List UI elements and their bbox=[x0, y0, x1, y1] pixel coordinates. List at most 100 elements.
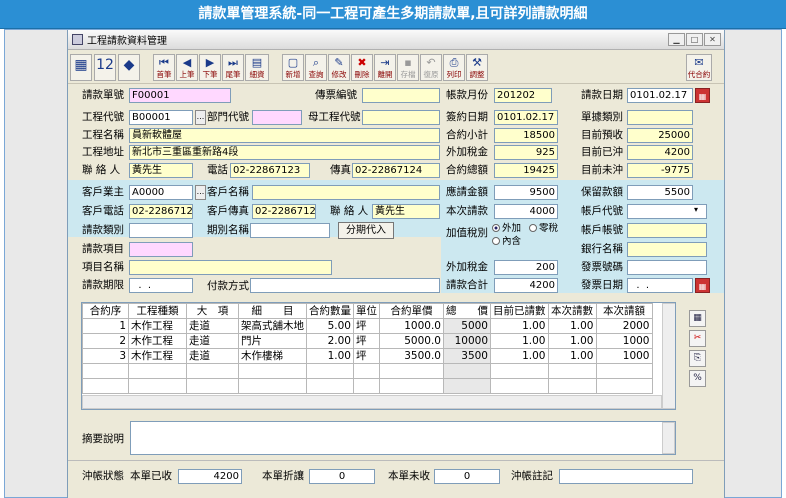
grid-cell[interactable]: 2.00 bbox=[306, 333, 354, 349]
contract-total-field[interactable]: 19425 bbox=[494, 163, 558, 178]
proj-addr-field[interactable]: 新北市三重區重新路4段 bbox=[129, 145, 440, 160]
grid-cell[interactable] bbox=[353, 363, 380, 379]
contract-button[interactable]: ✉ 代合約 bbox=[686, 54, 712, 81]
ticket-date-field[interactable]: . . bbox=[627, 278, 693, 293]
contact-field[interactable]: 黃先生 bbox=[129, 163, 193, 178]
req-total-field[interactable]: 4200 bbox=[494, 278, 558, 293]
unoffset-field[interactable]: -9775 bbox=[627, 163, 693, 178]
grid-cut-icon[interactable]: ✂ bbox=[689, 330, 706, 347]
ticket-date-calendar-icon[interactable]: ▦ bbox=[695, 278, 710, 293]
cust-code-field[interactable]: A0000 bbox=[129, 185, 193, 200]
offset-field[interactable]: 4200 bbox=[627, 145, 693, 160]
table-row[interactable] bbox=[82, 363, 653, 379]
grid-cell[interactable] bbox=[306, 363, 354, 379]
grid-cell[interactable]: 木作工程 bbox=[128, 318, 187, 334]
grid-horizontal-scrollbar[interactable] bbox=[82, 395, 662, 409]
grid-cell[interactable]: 坪 bbox=[353, 333, 380, 349]
period-name-field[interactable] bbox=[250, 223, 330, 238]
unreceived-field[interactable]: 0 bbox=[434, 469, 500, 484]
grid-cell[interactable]: 1.00 bbox=[490, 333, 549, 349]
grid-cell[interactable]: 走道 bbox=[186, 348, 239, 364]
grid-copy-icon[interactable]: ⎘ bbox=[689, 350, 706, 367]
acct-no-field[interactable] bbox=[627, 223, 707, 238]
last-record-button[interactable]: ⏭ 尾筆 bbox=[222, 54, 244, 81]
received-field[interactable]: 4200 bbox=[178, 469, 242, 484]
radio-zero[interactable] bbox=[529, 224, 537, 232]
proj-lookup-button[interactable]: ... bbox=[195, 110, 206, 125]
req-date-field[interactable]: 0101.02.17 bbox=[627, 88, 693, 103]
grid-cell[interactable]: 1.00 bbox=[547, 333, 597, 349]
grid-cell[interactable]: 坪 bbox=[353, 318, 380, 334]
save-button[interactable]: ▪ 存檔 bbox=[397, 54, 419, 81]
grid-cell[interactable]: 5000 bbox=[443, 318, 491, 334]
grid-cell[interactable] bbox=[128, 363, 187, 379]
undo-button[interactable]: ↶ 復原 bbox=[420, 54, 442, 81]
note-scrollbar[interactable] bbox=[662, 422, 675, 454]
prepaid-field[interactable]: 25000 bbox=[627, 128, 693, 143]
edit-button[interactable]: ✎ 修改 bbox=[328, 54, 350, 81]
grid-cell[interactable] bbox=[595, 363, 653, 379]
grid-cell[interactable]: 2000 bbox=[595, 318, 653, 334]
grid-cell[interactable]: 1.00 bbox=[490, 318, 549, 334]
discount-field[interactable]: 0 bbox=[309, 469, 375, 484]
req-date-calendar-icon[interactable]: ▦ bbox=[695, 88, 710, 103]
delete-button[interactable]: ✖ 刪除 bbox=[351, 54, 373, 81]
grid-cell[interactable] bbox=[353, 378, 380, 394]
adjust-button[interactable]: ⚒ 調整 bbox=[466, 54, 488, 81]
doc-type-field[interactable] bbox=[627, 110, 693, 125]
ext-tax2-field[interactable]: 200 bbox=[494, 260, 558, 275]
grid-cell[interactable]: 走道 bbox=[186, 318, 239, 334]
grid-cell[interactable]: 1000 bbox=[595, 348, 653, 364]
radio-inc[interactable] bbox=[492, 237, 500, 245]
calendar-icon[interactable]: 12 bbox=[94, 54, 116, 81]
grid-cell[interactable] bbox=[490, 378, 549, 394]
grid-cell[interactable] bbox=[595, 378, 653, 394]
close-button[interactable]: ✕ bbox=[704, 33, 721, 46]
grid-cell[interactable]: 10000 bbox=[443, 333, 491, 349]
grid-cell[interactable] bbox=[379, 363, 444, 379]
grid-cell[interactable]: 1000.0 bbox=[379, 318, 444, 334]
detail-grid[interactable]: 合約序 工程種類大 項細 目合約數量 單位 合約單價總 價目前已請數 本次請數 本次請額 … bbox=[81, 302, 676, 410]
bank-field[interactable] bbox=[627, 242, 707, 257]
print-button[interactable]: ⎙ 列印 bbox=[443, 54, 465, 81]
grid-cell[interactable]: 1000 bbox=[595, 333, 653, 349]
fax-field[interactable]: 02-22867124 bbox=[352, 163, 440, 178]
grid-vertical-scrollbar[interactable] bbox=[662, 303, 675, 409]
exit-button[interactable]: ⇥ 離開 bbox=[374, 54, 396, 81]
grid-cell[interactable]: 門片 bbox=[238, 333, 307, 349]
first-record-button[interactable]: ⏮ 首筆 bbox=[153, 54, 175, 81]
grid-cell[interactable] bbox=[443, 363, 491, 379]
grid-cell[interactable] bbox=[379, 378, 444, 394]
grid-cell[interactable] bbox=[128, 378, 187, 394]
add-button[interactable]: ▢ 新增 bbox=[282, 54, 304, 81]
grid-cell[interactable]: 架高式舖木地 bbox=[238, 318, 307, 334]
next-record-button[interactable]: ▶ 下筆 bbox=[199, 54, 221, 81]
proj-code-field[interactable]: B00001 bbox=[129, 110, 193, 125]
grid-cell[interactable]: 坪 bbox=[353, 348, 380, 364]
grid-cell[interactable]: 1 bbox=[82, 318, 129, 334]
grid-cell[interactable] bbox=[186, 378, 239, 394]
grid-cell[interactable]: 1.00 bbox=[306, 348, 354, 364]
req-amt-field[interactable]: 9500 bbox=[494, 185, 558, 200]
ticket-no-field[interactable] bbox=[627, 260, 707, 275]
detail-button[interactable]: ▤細資料 bbox=[245, 54, 269, 81]
dept-field[interactable] bbox=[252, 110, 302, 125]
grid-percent-icon[interactable]: % bbox=[689, 370, 706, 387]
table-row[interactable]: 2 木作工程 走道 門片 2.00 坪 5000.0 10000 1.00 1.00 1000 bbox=[82, 333, 653, 349]
retain-field[interactable]: 5500 bbox=[627, 185, 693, 200]
grid-cell[interactable] bbox=[306, 378, 354, 394]
grid-cell[interactable]: 1.00 bbox=[547, 318, 597, 334]
req-term-field[interactable]: . . bbox=[129, 278, 193, 293]
tax-option-zero[interactable]: 零稅 bbox=[529, 221, 558, 236]
table-row[interactable]: 3 木作工程 走道 木作樓梯 1.00 坪 3500.0 3500 1.00 1.00 1000 bbox=[82, 348, 653, 364]
grid-cell[interactable] bbox=[186, 363, 239, 379]
minimize-button[interactable]: ▁ bbox=[668, 33, 685, 46]
grid-cell[interactable]: 5.00 bbox=[306, 318, 354, 334]
grid-cell[interactable] bbox=[238, 363, 307, 379]
grid-cell[interactable]: 3 bbox=[82, 348, 129, 364]
grid-cell[interactable]: 木作樓梯 bbox=[238, 348, 307, 364]
grid-cell[interactable] bbox=[547, 378, 597, 394]
cust-lookup-button[interactable]: ... bbox=[195, 185, 206, 200]
maximize-button[interactable]: □ bbox=[686, 33, 703, 46]
grid-cell[interactable] bbox=[82, 363, 129, 379]
